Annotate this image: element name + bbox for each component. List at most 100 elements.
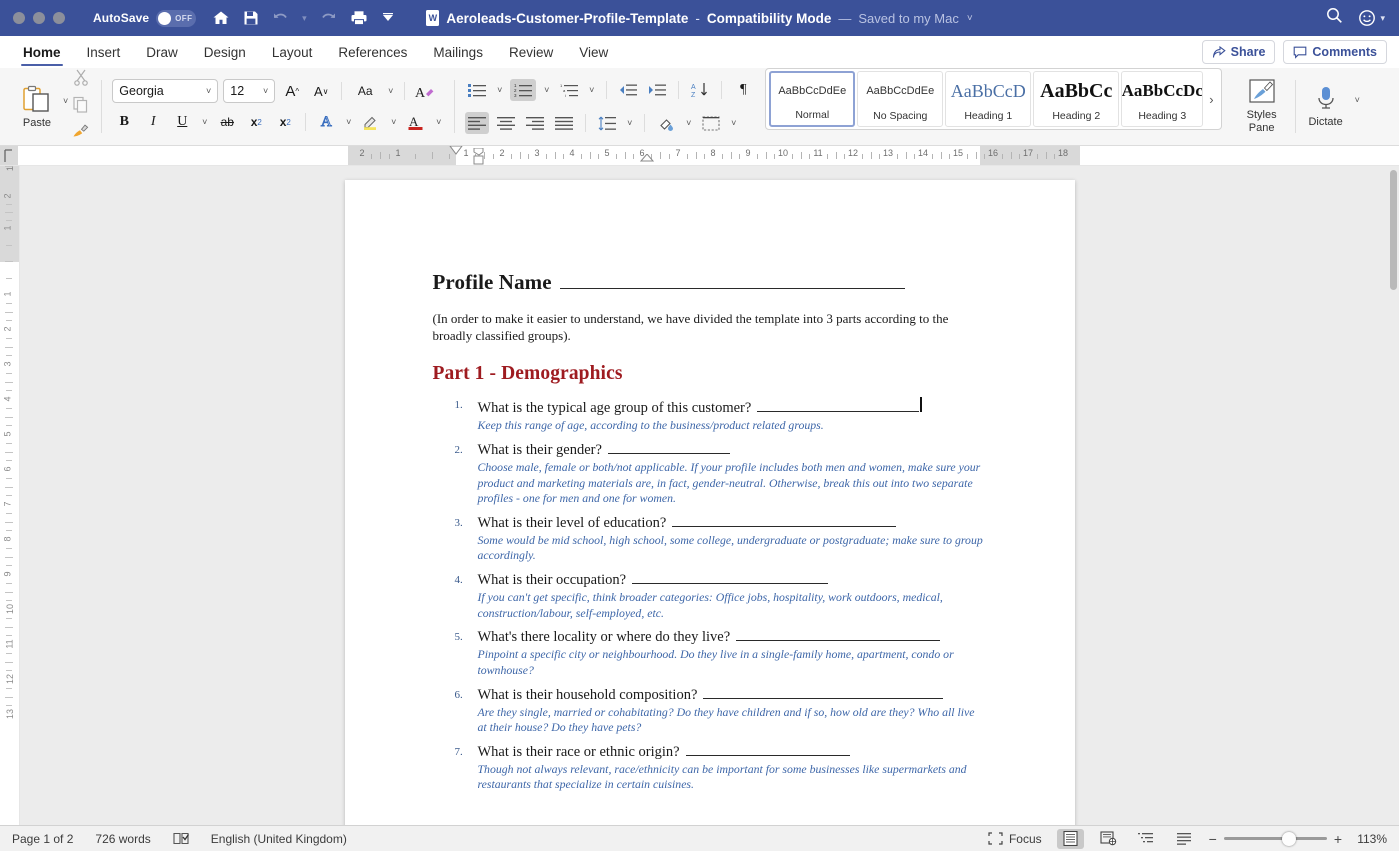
web-layout-view-button[interactable] — [1095, 829, 1122, 849]
subscript-button[interactable]: x2 — [244, 111, 268, 133]
question-item[interactable]: 5. What's there locality or where do the… — [433, 629, 987, 678]
styles-pane-button[interactable]: Styles Pane — [1232, 78, 1292, 134]
bullet-chevron-down-icon[interactable]: ˅ — [494, 85, 505, 95]
tab-references[interactable]: References — [325, 36, 420, 68]
font-size-select[interactable]: 12 ˅ — [223, 79, 275, 103]
numbered-list-button[interactable]: 123 — [510, 79, 536, 101]
document-canvas[interactable]: Profile Name (In order to make it easier… — [20, 166, 1399, 825]
borders-chevron-down-icon[interactable]: ˅ — [728, 118, 739, 128]
text-effects-button[interactable]: A — [314, 111, 338, 133]
style-normal[interactable]: AaBbCcDdEe Normal — [769, 71, 855, 127]
zoom-slider[interactable]: − + — [1209, 831, 1342, 847]
highlight-chevron-down-icon[interactable]: ˅ — [388, 117, 399, 127]
strikethrough-button[interactable]: ab — [215, 111, 239, 133]
bullet-list-button[interactable] — [465, 79, 489, 101]
answer-blank[interactable] — [736, 640, 940, 641]
print-icon[interactable] — [350, 10, 368, 26]
horizontal-ruler[interactable]: 21123456789101112131415161718 — [0, 146, 1399, 166]
style-no-spacing[interactable]: AaBbCcDdEe No Spacing — [857, 71, 943, 127]
sort-button[interactable]: AZ — [688, 79, 712, 101]
align-right-button[interactable] — [523, 112, 547, 134]
account-icon[interactable]: ▾ — [1358, 9, 1385, 27]
minimize-window-button[interactable] — [33, 12, 45, 24]
style-heading-1[interactable]: AaBbCcD Heading 1 — [945, 71, 1031, 127]
zoom-out-button[interactable]: − — [1209, 831, 1217, 847]
close-window-button[interactable] — [13, 12, 25, 24]
superscript-button[interactable]: x2 — [273, 111, 297, 133]
share-button[interactable]: Share — [1202, 40, 1276, 64]
proofing-icon[interactable] — [173, 832, 189, 846]
paste-button[interactable]: Paste — [11, 85, 63, 129]
autosave-toggle[interactable]: OFF — [156, 10, 196, 27]
align-left-button[interactable] — [465, 112, 489, 134]
underline-button[interactable]: U — [170, 111, 194, 133]
highlight-button[interactable] — [359, 111, 383, 133]
line-spacing-button[interactable] — [595, 112, 619, 134]
language-indicator[interactable]: English (United Kingdom) — [211, 832, 347, 846]
change-case-button[interactable]: Aa — [350, 80, 380, 102]
font-color-chevron-down-icon[interactable]: ˅ — [433, 117, 444, 127]
question-item[interactable]: 2. What is their gender? Choose male, fe… — [433, 442, 987, 506]
italic-button[interactable]: I — [141, 111, 165, 133]
answer-blank[interactable] — [703, 698, 943, 699]
gallery-more-button[interactable]: › — [1205, 92, 1217, 107]
zoom-percentage[interactable]: 113% — [1353, 832, 1387, 846]
autosave-control[interactable]: AutoSave OFF — [93, 10, 196, 27]
maximize-window-button[interactable] — [53, 12, 65, 24]
tab-review[interactable]: Review — [496, 36, 566, 68]
show-formatting-marks-button[interactable]: ¶ — [731, 79, 755, 101]
cut-icon[interactable] — [73, 69, 89, 91]
align-center-button[interactable] — [494, 112, 518, 134]
font-family-select[interactable]: Georgia ˅ — [112, 79, 218, 103]
font-color-button[interactable]: A — [404, 111, 428, 133]
print-layout-view-button[interactable] — [1057, 829, 1084, 849]
question-item[interactable]: 4. What is their occupation? If you can'… — [433, 572, 987, 621]
undo-icon[interactable] — [272, 10, 289, 26]
search-icon[interactable] — [1326, 7, 1343, 29]
answer-blank[interactable] — [757, 411, 919, 412]
answer-blank[interactable] — [672, 526, 896, 527]
tab-draw[interactable]: Draw — [133, 36, 191, 68]
tab-design[interactable]: Design — [191, 36, 259, 68]
grow-font-button[interactable]: A^ — [280, 80, 304, 102]
style-heading-3[interactable]: AaBbCcDc Heading 3 — [1121, 71, 1203, 127]
window-controls[interactable] — [0, 12, 65, 24]
home-icon[interactable] — [212, 10, 230, 26]
answer-blank[interactable] — [686, 755, 850, 756]
bold-button[interactable]: B — [112, 111, 136, 133]
text-effects-chevron-down-icon[interactable]: ˅ — [343, 117, 354, 127]
dictate-button[interactable]: Dictate — [1299, 85, 1353, 129]
dictate-chevron-down-icon[interactable]: ˅ — [1355, 95, 1360, 105]
tab-home[interactable]: Home — [10, 36, 74, 68]
multilevel-list-button[interactable]: 1ai — [557, 79, 581, 101]
saved-location-label[interactable]: Saved to my Mac — [858, 11, 958, 26]
increase-indent-button[interactable] — [645, 79, 669, 101]
comments-button[interactable]: Comments — [1283, 40, 1387, 64]
clear-formatting-button[interactable]: A — [413, 80, 437, 102]
question-item[interactable]: 3. What is their level of education? Som… — [433, 515, 987, 564]
decrease-indent-button[interactable] — [616, 79, 640, 101]
vertical-scrollbar[interactable] — [1390, 170, 1397, 290]
tab-view[interactable]: View — [566, 36, 621, 68]
paste-chevron-down-icon[interactable]: ˅ — [63, 96, 68, 106]
shading-chevron-down-icon[interactable]: ˅ — [683, 118, 694, 128]
tab-layout[interactable]: Layout — [259, 36, 326, 68]
line-spacing-chevron-down-icon[interactable]: ˅ — [624, 118, 635, 128]
question-item[interactable]: 7. What is their race or ethnic origin? … — [433, 744, 987, 793]
shading-button[interactable] — [654, 112, 678, 134]
draft-view-button[interactable] — [1171, 829, 1198, 849]
question-item[interactable]: 6. What is their household composition? … — [433, 687, 987, 736]
word-count[interactable]: 726 words — [95, 832, 150, 846]
vertical-ruler[interactable]: 21123456789101112131415 — [0, 166, 20, 825]
save-icon[interactable] — [243, 10, 259, 26]
underline-chevron-down-icon[interactable]: ˅ — [199, 117, 210, 127]
format-painter-icon[interactable] — [72, 123, 89, 144]
shrink-font-button[interactable]: A∨ — [309, 80, 333, 102]
outline-view-button[interactable] — [1133, 829, 1160, 849]
borders-button[interactable] — [699, 112, 723, 134]
undo-chevron-down-icon[interactable]: ▾ — [302, 13, 307, 24]
page-indicator[interactable]: Page 1 of 2 — [12, 832, 73, 846]
zoom-in-button[interactable]: + — [1334, 831, 1342, 847]
redo-icon[interactable] — [320, 10, 337, 26]
customize-toolbar-icon[interactable] — [381, 11, 395, 25]
